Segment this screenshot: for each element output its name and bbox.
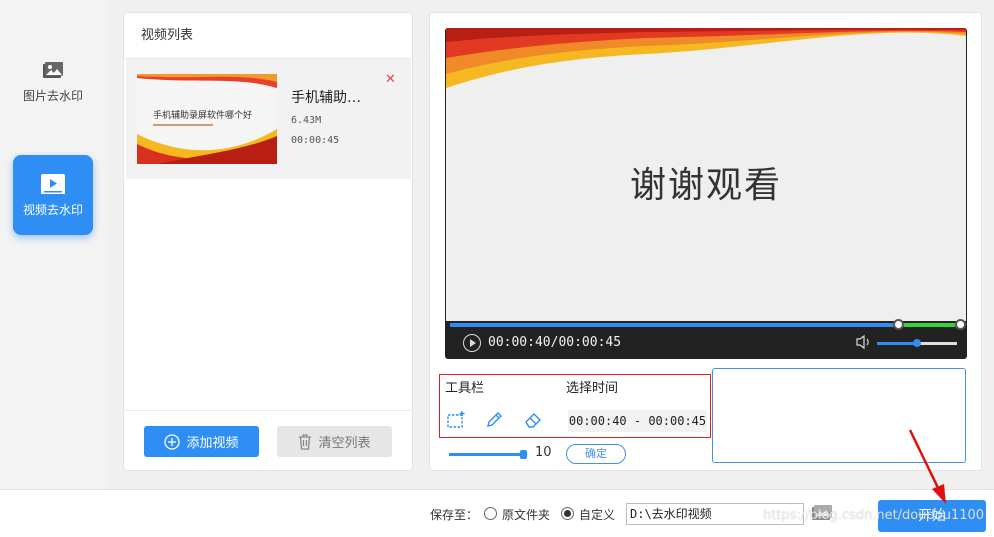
clear-list-button[interactable]: 清空列表: [277, 426, 392, 457]
image-icon: [43, 61, 63, 78]
time-range-field[interactable]: 00:00:40 - 00:00:45: [568, 410, 707, 432]
video-duration: 00:00:45: [291, 135, 340, 146]
text-input-area[interactable]: [712, 368, 966, 463]
time-display: 00:00:40/00:00:45: [488, 335, 622, 350]
brush-size-value: 10: [535, 445, 552, 460]
video-player: 谢谢观看 00:00:40/00:00:45: [445, 28, 967, 359]
video-name: 手机辅助…: [291, 90, 361, 106]
selected-range-bar: [899, 323, 961, 327]
video-play-icon: [41, 173, 65, 194]
video-list-panel: 视频列表 手机辅助录屏软件哪个好 手机辅助… 6.43M 00:00:45 ✕ …: [123, 12, 413, 471]
volume-slider-fill: [877, 342, 917, 345]
preview-panel: 谢谢观看 00:00:40/00:00:45 工具栏 选择时间 00:00:40…: [429, 12, 982, 471]
pencil-icon[interactable]: [484, 410, 504, 430]
radio-custom-folder-label: 自定义: [579, 508, 616, 522]
confirm-button[interactable]: 确定: [566, 444, 626, 464]
play-icon[interactable]: [463, 334, 481, 352]
video-list-footer: 添加视频 清空列表: [124, 410, 412, 470]
radio-original-folder[interactable]: [484, 507, 497, 520]
nav-item-video-watermark[interactable]: 视频去水印: [13, 155, 93, 235]
nav-item-label: 视频去水印: [22, 202, 83, 217]
video-caption-text: 谢谢观看: [629, 165, 782, 206]
toolbar-label: 工具栏: [445, 381, 485, 396]
range-end-handle[interactable]: [955, 319, 966, 330]
add-video-label: 添加视频: [186, 436, 239, 451]
add-video-button[interactable]: 添加视频: [144, 426, 259, 457]
side-nav: 图片去水印 视频去水印: [0, 0, 107, 489]
radio-original-folder-label: 原文件夹: [502, 508, 551, 522]
brush-size-slider[interactable]: [449, 453, 527, 456]
rect-select-icon[interactable]: [446, 410, 466, 430]
progress-bar[interactable]: [450, 323, 962, 327]
volume-slider-handle[interactable]: [913, 339, 921, 347]
nav-item-image-watermark[interactable]: 图片去水印: [13, 42, 93, 122]
list-item[interactable]: 手机辅助录屏软件哪个好 手机辅助… 6.43M 00:00:45 ✕: [126, 59, 411, 179]
video-list-title: 视频列表: [124, 13, 412, 59]
volume-icon[interactable]: [855, 334, 873, 350]
video-frame[interactable]: 谢谢观看: [446, 28, 966, 321]
clear-list-label: 清空列表: [318, 436, 371, 451]
nav-item-label: 图片去水印: [22, 88, 83, 103]
eraser-icon[interactable]: [523, 410, 543, 430]
plus-circle-icon: [164, 433, 181, 450]
trash-icon: [299, 433, 312, 450]
save-to-label: 保存至：: [430, 508, 479, 522]
select-time-label: 选择时间: [566, 381, 619, 396]
remove-video-close-icon[interactable]: ✕: [385, 72, 396, 87]
thumbnail-underline: [153, 124, 213, 126]
video-size: 6.43M: [291, 115, 322, 126]
brush-size-handle[interactable]: [520, 450, 528, 459]
range-start-handle[interactable]: [893, 319, 904, 330]
toolbar-box: 工具栏 选择时间 00:00:40 - 00:00:45: [439, 374, 711, 438]
video-thumbnail: 手机辅助录屏软件哪个好: [137, 74, 277, 164]
blog-watermark: https://blog.csdn.net/doudou1100: [763, 508, 985, 523]
bottom-bar: 保存至： 原文件夹 自定义 D:\去水印视频 开始 https://blog.c…: [0, 489, 994, 537]
radio-custom-folder[interactable]: [561, 507, 574, 520]
thumbnail-title: 手机辅助录屏软件哪个好: [153, 111, 253, 121]
